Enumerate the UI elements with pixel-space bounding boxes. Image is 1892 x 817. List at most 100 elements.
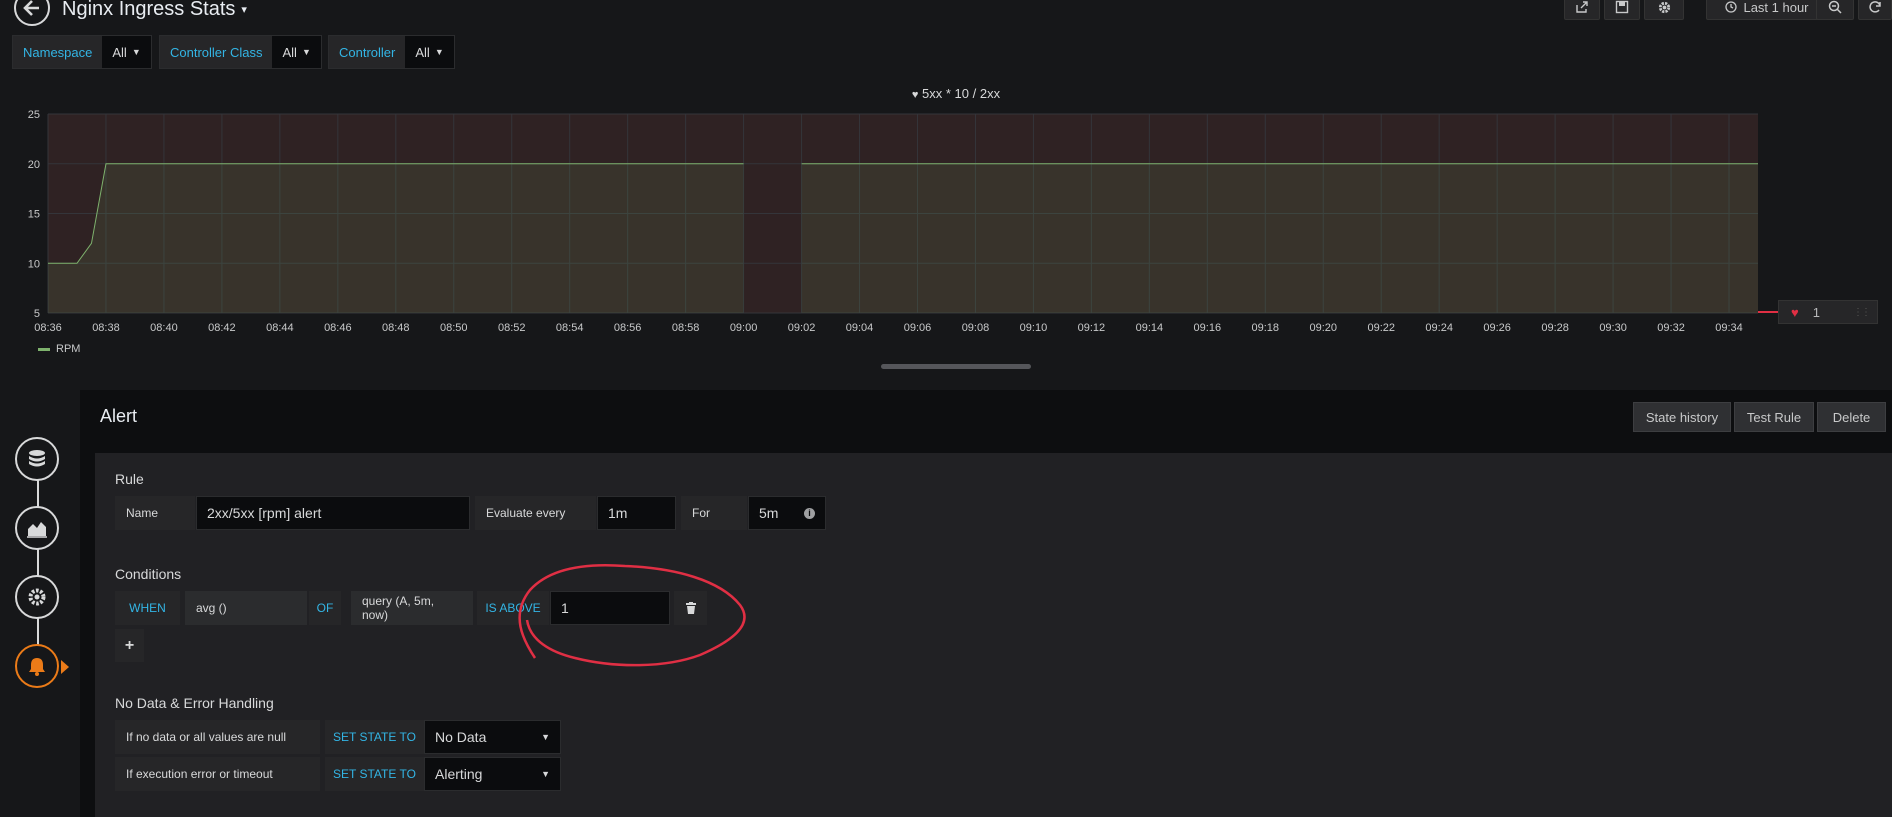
panel-title-text: 5xx * 10 / 2xx bbox=[922, 86, 1001, 101]
database-icon bbox=[29, 450, 45, 467]
back-button[interactable] bbox=[14, 0, 50, 26]
refresh-button[interactable] bbox=[1858, 0, 1892, 20]
share-icon bbox=[1576, 1, 1588, 13]
share-button[interactable] bbox=[1564, 0, 1600, 20]
variable-namespace[interactable]: Namespace All ▼ bbox=[12, 35, 152, 69]
x-tick-label: 08:54 bbox=[556, 322, 584, 334]
bell-icon bbox=[29, 658, 45, 676]
panel-title[interactable]: ♥ 5xx * 10 / 2xx bbox=[0, 86, 1892, 101]
caret-down-icon: ▼ bbox=[541, 769, 550, 779]
add-condition-button[interactable]: + bbox=[115, 629, 144, 662]
time-picker[interactable]: Last 1 hour bbox=[1706, 0, 1828, 20]
variable-controller-class-value[interactable]: All ▼ bbox=[272, 36, 321, 68]
variable-controller[interactable]: Controller All ▼ bbox=[328, 35, 455, 69]
variable-controller-class-label: Controller Class bbox=[170, 44, 263, 60]
graph-canvas[interactable]: 5 10 15 20 25 08:36 08:38 08:40 08:42 08:44 08:46 0… bbox=[0, 100, 1892, 370]
error-row-label: If execution error or timeout bbox=[115, 757, 320, 791]
drag-handle-icon[interactable]: ⋮⋮ bbox=[1853, 307, 1871, 318]
settings-button[interactable] bbox=[1644, 0, 1684, 20]
series-area bbox=[801, 163, 1758, 313]
caret-down-icon: ▼ bbox=[434, 47, 444, 57]
nodata-section-title: No Data & Error Handling bbox=[115, 695, 274, 711]
x-tick-label: 08:52 bbox=[498, 322, 526, 334]
y-tick-label: 10 bbox=[28, 258, 40, 270]
variable-namespace-value-text: All bbox=[112, 44, 127, 60]
clock-icon bbox=[1725, 1, 1738, 13]
state-history-button[interactable]: State history bbox=[1633, 402, 1731, 432]
x-tick-label: 08:48 bbox=[382, 322, 410, 334]
step-visualization[interactable] bbox=[15, 506, 59, 550]
caret-down-icon: ▼ bbox=[301, 47, 311, 57]
step-general[interactable] bbox=[15, 575, 59, 619]
legend-item[interactable]: RPM bbox=[38, 343, 80, 355]
variable-namespace-value[interactable]: All ▼ bbox=[102, 36, 151, 68]
condition-of-keyword: OF bbox=[309, 591, 341, 625]
x-tick-label: 08:36 bbox=[34, 322, 62, 334]
x-tick-label: 08:46 bbox=[324, 322, 352, 334]
x-tick-label: 09:24 bbox=[1425, 322, 1453, 334]
x-tick-label: 09:16 bbox=[1194, 322, 1222, 334]
x-tick-label: 09:10 bbox=[1020, 322, 1048, 334]
x-tick-label: 09:00 bbox=[730, 322, 758, 334]
gear-icon bbox=[1658, 1, 1670, 13]
x-tick-label: 08:50 bbox=[440, 322, 468, 334]
x-tick-label: 08:42 bbox=[208, 322, 236, 334]
rule-section-title: Rule bbox=[115, 471, 144, 487]
x-tick-label: 09:08 bbox=[962, 322, 990, 334]
caret-down-icon: ▼ bbox=[541, 732, 550, 742]
for-input[interactable]: 5m i bbox=[748, 496, 826, 530]
zoom-out-button[interactable] bbox=[1816, 0, 1854, 20]
condition-query[interactable]: query (A, 5m, now) bbox=[351, 591, 473, 625]
x-tick-label: 08:38 bbox=[92, 322, 120, 334]
conditions-section-title: Conditions bbox=[115, 566, 182, 582]
x-tick-label: 09:18 bbox=[1252, 322, 1280, 334]
evaluate-every-input[interactable]: 1m bbox=[597, 496, 676, 530]
nodata-state-select[interactable]: No Data ▼ bbox=[424, 720, 561, 754]
rule-name-input[interactable]: 2xx/5xx [rpm] alert bbox=[196, 496, 470, 530]
step-queries[interactable] bbox=[15, 437, 59, 481]
zoom-out-icon bbox=[1828, 0, 1842, 14]
nodata-state-value: No Data bbox=[435, 729, 487, 745]
panel-resize-handle[interactable] bbox=[881, 364, 1031, 369]
arrow-left-icon bbox=[23, 0, 39, 16]
legend-swatch bbox=[38, 347, 50, 351]
x-tick-label: 09:30 bbox=[1599, 322, 1627, 334]
x-tick-label: 09:06 bbox=[904, 322, 932, 334]
variable-namespace-label: Namespace bbox=[23, 44, 93, 60]
threshold-annotation-badge[interactable]: ♥ 1 ⋮⋮ bbox=[1778, 300, 1878, 324]
legend-label: RPM bbox=[56, 343, 81, 355]
evaluate-every-label: Evaluate every bbox=[475, 496, 596, 530]
save-button[interactable] bbox=[1604, 0, 1640, 20]
highlight-annotation-icon bbox=[518, 563, 746, 667]
series-area bbox=[48, 163, 744, 313]
step-alert[interactable] bbox=[15, 644, 59, 688]
broken-heart-icon: ♥ bbox=[1791, 304, 1799, 320]
x-tick-label: 09:02 bbox=[788, 322, 816, 334]
x-tick-label: 08:44 bbox=[266, 322, 294, 334]
x-tick-label: 09:12 bbox=[1078, 322, 1106, 334]
for-label: For bbox=[681, 496, 747, 530]
dashboard-title-text: Nginx Ingress Stats bbox=[62, 0, 236, 20]
y-tick-label: 20 bbox=[28, 159, 40, 171]
condition-when-keyword: WHEN bbox=[115, 591, 180, 625]
y-tick-label: 25 bbox=[28, 109, 40, 121]
variable-controller-class-value-text: All bbox=[282, 44, 297, 60]
variable-controller-class[interactable]: Controller Class All ▼ bbox=[159, 35, 322, 69]
error-state-value: Alerting bbox=[435, 766, 483, 782]
refresh-icon bbox=[1869, 1, 1881, 13]
x-tick-label: 09:20 bbox=[1309, 322, 1337, 334]
delete-button[interactable]: Delete bbox=[1817, 402, 1886, 432]
caret-down-icon: ▾ bbox=[241, 4, 247, 16]
step-connector bbox=[37, 460, 39, 670]
test-rule-button[interactable]: Test Rule bbox=[1734, 402, 1814, 432]
x-tick-label: 09:26 bbox=[1483, 322, 1511, 334]
variable-controller-value-text: All bbox=[415, 44, 430, 60]
condition-reducer[interactable]: avg () bbox=[185, 591, 307, 625]
y-tick-label: 5 bbox=[34, 308, 40, 320]
error-state-select[interactable]: Alerting ▼ bbox=[424, 757, 561, 791]
variable-controller-value[interactable]: All ▼ bbox=[405, 36, 454, 68]
info-icon[interactable]: i bbox=[804, 507, 815, 519]
x-tick-label: 08:40 bbox=[150, 322, 178, 334]
dashboard-title[interactable]: Nginx Ingress Stats ▾ bbox=[62, 0, 247, 21]
editor-title: Alert bbox=[100, 406, 138, 426]
